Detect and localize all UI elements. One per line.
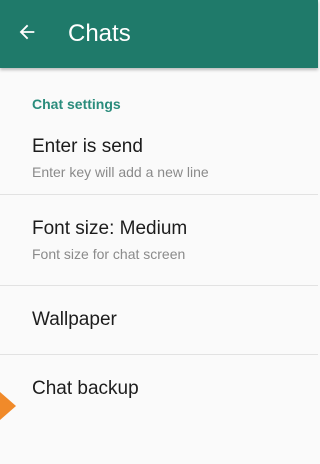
page-title: Chats — [68, 20, 131, 47]
setting-subtitle: Enter key will add a new line — [32, 164, 209, 180]
setting-title: Enter is send — [32, 136, 143, 157]
setting-title: Font size: Medium — [32, 218, 188, 239]
app-bar: Chats — [0, 0, 318, 68]
pointer-arrow-icon — [0, 392, 16, 420]
arrow-left-icon — [16, 21, 38, 48]
setting-title: Chat backup — [32, 378, 139, 399]
setting-enter-is-send[interactable]: Enter is send Enter key will add a new l… — [0, 122, 318, 194]
back-button[interactable] — [0, 0, 54, 68]
setting-wallpaper[interactable]: Wallpaper — [0, 286, 318, 354]
setting-subtitle: Font size for chat screen — [32, 246, 186, 262]
setting-title: Wallpaper — [32, 309, 117, 330]
section-header-chat-settings: Chat settings — [32, 96, 121, 112]
settings-list: Chat settings Enter is send Enter key wi… — [0, 68, 318, 423]
setting-chat-backup[interactable]: Chat backup — [0, 355, 318, 423]
setting-font-size[interactable]: Font size: Medium Font size for chat scr… — [0, 195, 318, 285]
